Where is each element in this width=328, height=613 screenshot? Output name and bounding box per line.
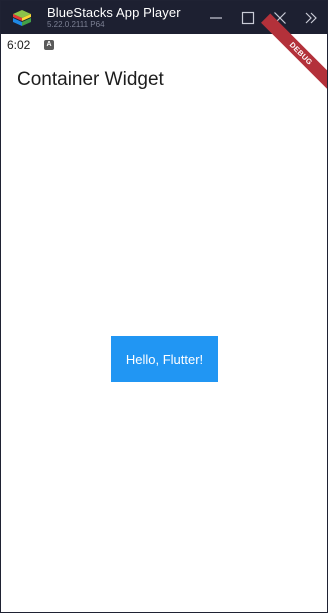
hello-container: Hello, Flutter! [111,336,218,382]
app-window: BlueStacks App Player 5.22.0.2111 P64 6:… [0,0,328,613]
minimize-button[interactable] [204,6,228,30]
window-title: BlueStacks App Player [47,5,181,20]
status-time: 6:02 [7,38,31,52]
page-title: Container Widget [17,69,164,90]
notification-a-icon: A [44,40,54,50]
minimize-icon [210,17,222,19]
maximize-icon [241,11,255,25]
bluestacks-logo-icon [13,10,31,26]
window-version: 5.22.0.2111 P64 [47,20,105,29]
expand-sidebar-button[interactable] [299,6,323,30]
maximize-button[interactable] [236,6,260,30]
double-chevron-right-icon [305,12,317,24]
